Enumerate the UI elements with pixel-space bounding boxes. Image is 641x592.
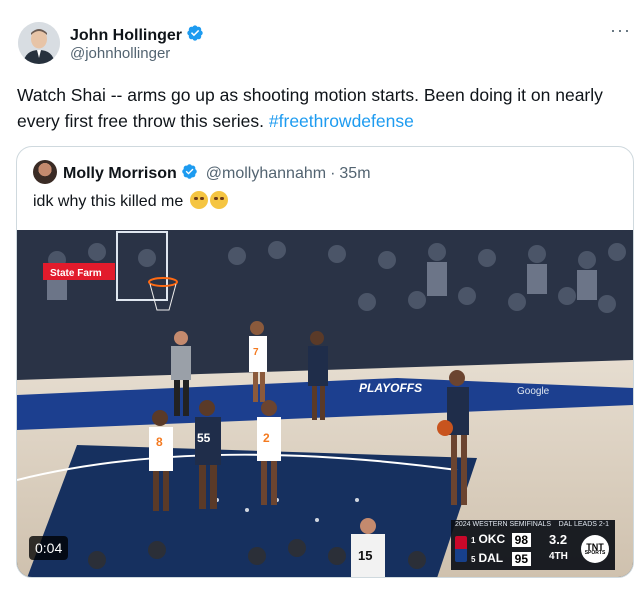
quoted-verified-badge-icon xyxy=(181,163,198,185)
network-sub: SPORTS xyxy=(584,550,606,556)
court-playoffs-text: PLAYOFFS xyxy=(359,381,422,395)
author-handle[interactable]: @johnhollinger xyxy=(70,45,170,62)
team-score: 95 xyxy=(511,552,531,566)
scorebug-header: 2024 WESTERN SEMIFINALS DAL LEADS 2-1 xyxy=(451,520,615,530)
court-brand-text: Google xyxy=(517,386,550,397)
team-abbr: DAL xyxy=(478,551,504,565)
team-row-okc: 1 OKC 98 xyxy=(471,532,531,550)
quoted-author-handle[interactable]: @mollyhannahm xyxy=(206,165,326,183)
quoted-timestamp[interactable]: 35m xyxy=(339,165,370,183)
basketball xyxy=(437,420,453,436)
author-name[interactable]: John Hollinger xyxy=(70,27,182,45)
quoted-text: idk why this killed me xyxy=(33,191,228,211)
author-name-row[interactable]: John Hollinger xyxy=(70,24,204,47)
video-player[interactable]: State Farm PLAYOFFS Google 7 8 55 2 15 0… xyxy=(17,230,633,577)
crying-face-emoji-icon xyxy=(209,191,228,209)
player-number: 55 xyxy=(197,431,211,445)
league-logo-icon xyxy=(455,536,467,562)
network-logo-icon: TNT SPORTS xyxy=(581,535,609,563)
scorebug: 2024 WESTERN SEMIFINALS DAL LEADS 2-1 1O… xyxy=(451,520,615,570)
team-seed: 1 xyxy=(471,536,476,545)
team-seed: 5 xyxy=(471,555,476,564)
more-options-icon[interactable]: ··· xyxy=(610,20,631,41)
quoted-author-name[interactable]: Molly Morrison xyxy=(63,165,177,183)
player-number: 15 xyxy=(358,548,372,563)
game-clock: 3.2 xyxy=(549,532,568,547)
video-duration-badge: 0:04 xyxy=(29,536,69,560)
player-number: 2 xyxy=(263,431,270,445)
crying-face-emoji-icon xyxy=(189,191,208,209)
tweet-text: Watch Shai -- arms go up as shooting mot… xyxy=(17,82,627,134)
quoted-text-body: idk why this killed me xyxy=(33,193,184,210)
quoted-author-avatar[interactable] xyxy=(33,160,57,184)
series-status: DAL LEADS 2-1 xyxy=(558,521,609,528)
team-abbr: OKC xyxy=(478,532,506,546)
player-number: 7 xyxy=(253,347,259,358)
quoted-author-row: Molly Morrison @mollyhannahm · 35m xyxy=(63,163,371,185)
player-number: 8 xyxy=(156,435,163,449)
team-score: 98 xyxy=(511,533,531,547)
author-avatar[interactable] xyxy=(18,22,60,64)
game-period: 4TH xyxy=(549,551,568,562)
team-row-dal: 5 DAL 95 xyxy=(471,551,531,569)
hashtag-link[interactable]: #freethrowdefense xyxy=(269,111,414,131)
verified-badge-icon xyxy=(186,24,204,47)
sponsor-sign-text: State Farm xyxy=(50,268,102,279)
series-title: 2024 WESTERN SEMIFINALS xyxy=(455,521,552,528)
separator-dot: · xyxy=(330,165,336,182)
quoted-tweet[interactable]: Molly Morrison @mollyhannahm · 35m idk w… xyxy=(16,146,634,578)
